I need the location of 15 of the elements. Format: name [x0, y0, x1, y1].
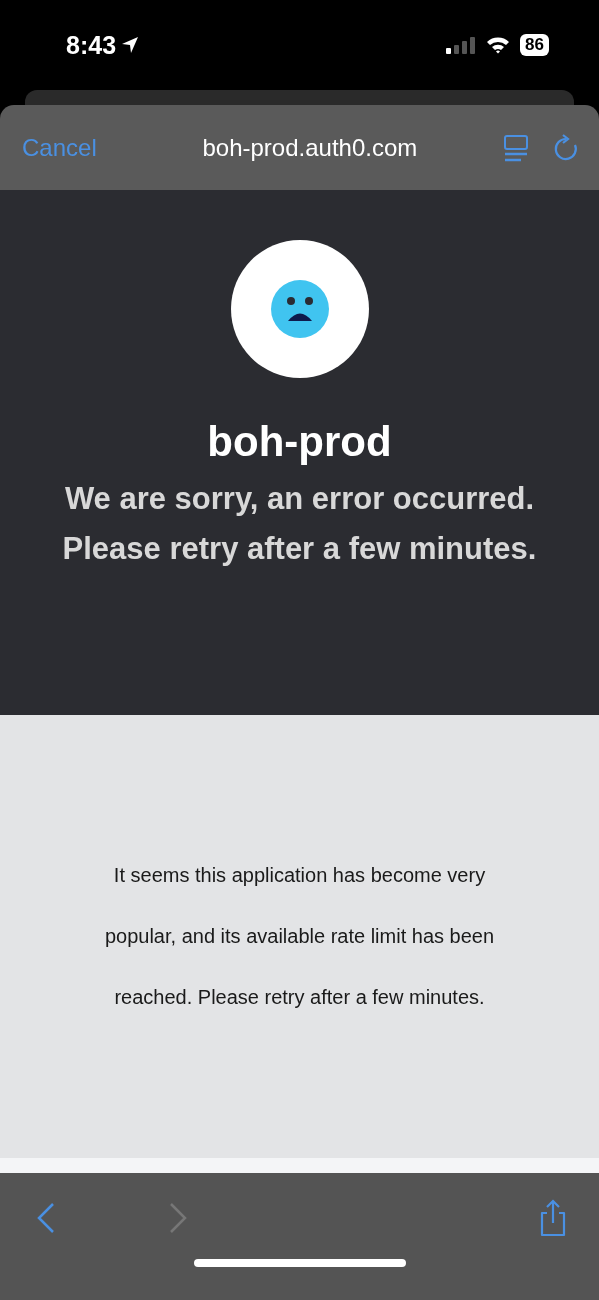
sad-face-icon [270, 280, 329, 338]
page-url: boh-prod.auth0.com [201, 133, 419, 162]
location-arrow-icon [120, 35, 141, 55]
wifi-icon [486, 36, 511, 54]
battery-icon: 86 [520, 34, 549, 56]
back-icon[interactable] [36, 1202, 56, 1234]
signal-icon [446, 35, 477, 55]
app-name: boh-prod [207, 418, 392, 466]
error-message: It seems this application has become very popular, and its available rate limit has been reached. Please retry after a few minutes. [103, 863, 496, 1010]
clock-time: 8:43 [66, 30, 117, 60]
reload-icon[interactable] [553, 133, 579, 162]
error-heading: We are sorry, an error occurred. [64, 480, 535, 518]
reader-icon[interactable] [503, 133, 529, 162]
error-heading: Please retry after a few minutes. [62, 530, 537, 568]
cancel-button[interactable]: Cancel [22, 133, 97, 162]
